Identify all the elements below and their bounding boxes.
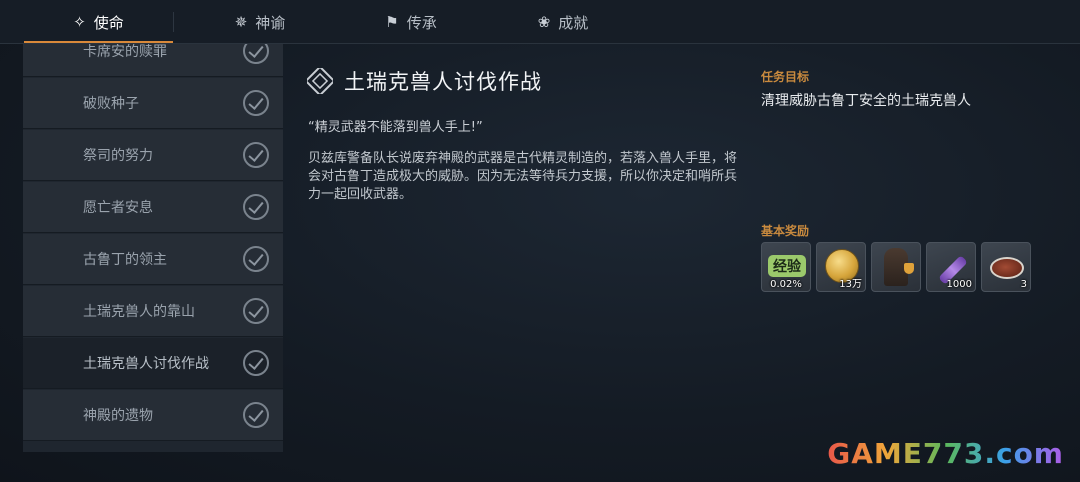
check-circle-icon: [243, 194, 269, 220]
flag-icon: ⚑: [385, 13, 399, 31]
list-item[interactable]: 卡席安的赎罪: [23, 44, 283, 77]
objective-text: 清理威胁古鲁丁安全的土瑞克兽人: [761, 93, 971, 109]
scroll-reward[interactable]: 1000: [926, 242, 976, 292]
rewards-label: 基本奖励: [761, 224, 810, 238]
list-item[interactable]: 破败种子: [23, 78, 283, 129]
check-circle-icon: [243, 44, 269, 64]
watermark-text: GAME773.com: [827, 437, 1064, 470]
tab-label: 传承: [406, 13, 437, 32]
exp-badge: 经验: [768, 255, 806, 277]
top-tab-bar: ✧ 使命 ✵ 神谕 ⚑ 传承 ❀ 成就: [0, 0, 1080, 44]
mission-label: 卡席安的赎罪: [83, 44, 167, 60]
tab-label: 使命: [93, 13, 124, 32]
star-icon: ✵: [234, 13, 248, 31]
tab-achievement[interactable]: ❀ 成就: [488, 0, 638, 44]
reward-qty: 3: [1020, 279, 1027, 290]
reward-qty: 0.02%: [770, 279, 802, 290]
list-item[interactable]: 古鲁丁的领主: [23, 234, 283, 285]
mission-label: 祭司的努力: [83, 148, 153, 164]
check-circle-icon: [243, 246, 269, 272]
mission-description: 贝兹库警备队长说废弃神殿的武器是古代精灵制造的，若落入兽人手里，将会对古鲁丁造成…: [308, 151, 738, 202]
tab-mission[interactable]: ✧ 使命: [24, 0, 173, 44]
steak-icon: [990, 257, 1024, 279]
check-circle-icon: [243, 142, 269, 168]
check-circle-icon: [243, 90, 269, 116]
shield-icon: [904, 263, 914, 274]
active-tab-underline: [24, 41, 173, 43]
mission-label: 神殿的遗物: [83, 408, 153, 424]
check-circle-icon: [243, 350, 269, 376]
reward-qty: 13万: [839, 279, 862, 290]
tab-oracle[interactable]: ✵ 神谕: [185, 0, 335, 44]
steak-reward[interactable]: 3: [981, 242, 1031, 292]
mission-title: 土瑞克兽人讨伐作战: [344, 70, 542, 94]
tab-divider: [173, 12, 174, 32]
tab-heritage[interactable]: ⚑ 传承: [336, 0, 486, 44]
mission-label: 愿亡者安息: [83, 200, 153, 216]
check-circle-icon: [243, 402, 269, 428]
torch-icon: ✧: [73, 13, 86, 31]
list-item-selected[interactable]: 土瑞克兽人讨伐作战: [23, 338, 283, 389]
exp-reward[interactable]: 经验 0.02%: [761, 242, 811, 292]
tab-label: 神谕: [255, 13, 286, 32]
gold-coin-reward[interactable]: 13万: [816, 242, 866, 292]
mission-label: 土瑞克兽人讨伐作战: [83, 356, 209, 372]
medal-icon: ❀: [537, 13, 551, 31]
list-item[interactable]: 祭司的努力: [23, 130, 283, 181]
mission-label: 破败种子: [83, 96, 139, 112]
mission-quote: “精灵武器不能落到兽人手上!”: [308, 120, 483, 135]
cloak-reward[interactable]: [871, 242, 921, 292]
list-item[interactable]: 愿亡者安息: [23, 182, 283, 233]
watermark: GAME773.com: [827, 437, 1064, 470]
mission-label: 古鲁丁的领主: [83, 252, 167, 268]
mission-label: 土瑞克兽人的靠山: [83, 304, 195, 320]
list-item[interactable]: 土瑞克兽人的靠山: [23, 286, 283, 337]
mission-emblem-icon: [307, 68, 333, 94]
list-item[interactable]: 神殿的遗物: [23, 390, 283, 441]
check-circle-icon: [243, 298, 269, 324]
mission-list[interactable]: 卡席安的赎罪 破败种子 祭司的努力 愿亡者安息 古鲁丁的领主 土瑞克兽人的靠山 …: [23, 44, 283, 452]
reward-qty: 1000: [946, 279, 972, 290]
objective-label: 任务目标: [761, 70, 810, 84]
tab-label: 成就: [558, 13, 589, 32]
